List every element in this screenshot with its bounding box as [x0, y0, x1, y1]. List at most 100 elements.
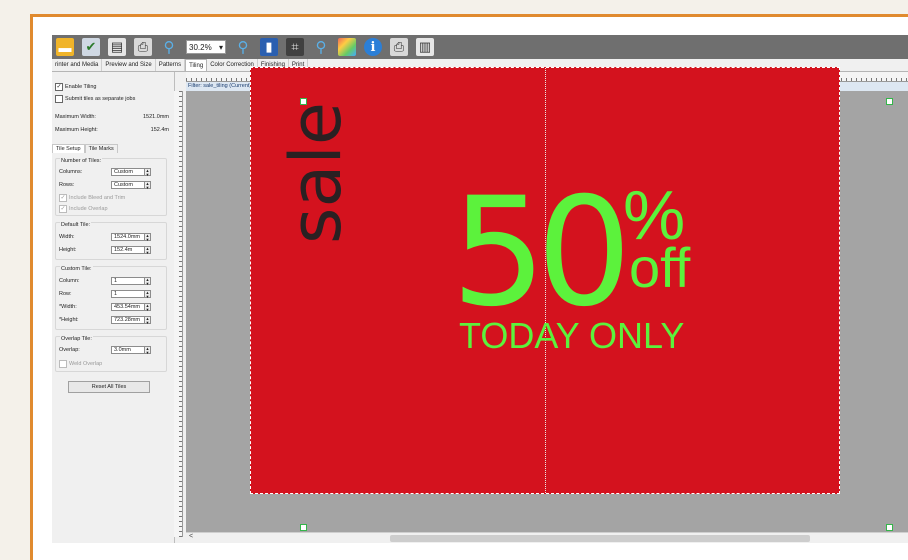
default-width-label: Width:	[59, 234, 75, 240]
submit-separate-row[interactable]: Submit tiles as separate jobs	[55, 95, 135, 103]
custom-width-field: *Width: 453.54mm ▲ ▼	[59, 303, 167, 312]
default-tile-group: Default Tile: Width: 1524.0mm ▲ ▼ Height:…	[55, 222, 167, 260]
magnify-icon[interactable]: ⚲	[312, 38, 330, 56]
overlap-tile-group: Overlap Tile: Overlap: 3.0mm ▲ ▼ Weld Ove…	[55, 336, 167, 372]
row-input[interactable]: 1	[111, 290, 145, 298]
scroll-left-icon[interactable]: <	[189, 533, 193, 540]
open-folder-icon[interactable]: ▬	[56, 38, 74, 56]
custom-height-spinner[interactable]: ▲ ▼	[145, 316, 151, 325]
custom-width-spinner[interactable]: ▲ ▼	[145, 303, 151, 312]
default-tile-title: Default Tile:	[60, 222, 92, 228]
column-label: Column:	[59, 278, 80, 284]
max-width-row: Maximum Width: 1521.0mm	[55, 114, 169, 120]
max-height-label: Maximum Height:	[55, 127, 98, 133]
max-width-value: 1521.0mm	[143, 114, 169, 120]
chevron-down-icon: ▾	[218, 42, 223, 52]
subtab-tile-setup[interactable]: Tile Setup	[52, 144, 85, 153]
fit-page-icon[interactable]: ▮	[260, 38, 278, 56]
zoom-value: 30.2%	[189, 42, 212, 52]
include-bleed-row: ✓ Include Bleed and Trim	[59, 194, 125, 202]
number-of-tiles-group: Number of Tiles: Columns: Custom ▲ ▼ Rows…	[55, 158, 167, 216]
column-input[interactable]: 1	[111, 277, 145, 285]
zoom-select[interactable]: 30.2% ▾	[186, 40, 226, 54]
custom-tile-group: Custom Tile: Column: 1 ▲ ▼ Row: 1 ▲ ▼ *Wid…	[55, 266, 167, 330]
print-icon[interactable]: ⎙	[134, 38, 152, 56]
tab-tiling[interactable]: Tiling	[185, 59, 208, 71]
submit-separate-checkbox[interactable]	[55, 95, 63, 103]
max-width-label: Maximum Width:	[55, 114, 96, 120]
columns-spinner[interactable]: ▲ ▼	[145, 168, 151, 177]
horizontal-scrollbar[interactable]: <	[186, 532, 908, 543]
submit-separate-label: Submit tiles as separate jobs	[65, 96, 136, 102]
row-spinner[interactable]: ▲ ▼	[145, 290, 151, 299]
default-height-field: Height: 152.4m ▲ ▼	[59, 246, 167, 255]
overlap-field: Overlap: 3.0mm ▲ ▼	[59, 346, 167, 355]
columns-label: Columns:	[59, 169, 83, 175]
max-height-row: Maximum Height: 152.4m	[55, 127, 169, 133]
include-overlap-checkbox[interactable]: ✓	[59, 205, 67, 213]
subtab-tile-marks[interactable]: Tile Marks	[84, 144, 118, 153]
poster-today-only-text: TODAY ONLY	[459, 315, 685, 356]
default-height-input[interactable]: 152.4m	[111, 246, 145, 254]
info-icon[interactable]: i	[364, 38, 382, 56]
default-width-input[interactable]: 1524.0mm	[111, 233, 145, 241]
weld-overlap-label: Weld Overlap	[69, 361, 103, 367]
include-bleed-label: Include Bleed and Trim	[69, 195, 126, 201]
enable-tiling-label: Enable Tiling	[65, 84, 97, 90]
custom-height-field: *Height: 723.28mm ▲ ▼	[59, 316, 167, 325]
rows-field: Rows: Custom ▲ ▼	[59, 181, 167, 190]
queue-icon[interactable]: ▥	[416, 38, 434, 56]
max-height-value: 152.4m	[150, 127, 169, 133]
zoom-in-icon[interactable]: ⚲	[234, 38, 252, 56]
tile-subtabs: Tile Setup Tile Marks	[52, 144, 118, 153]
tile-corner-handle[interactable]	[886, 98, 893, 105]
new-document-icon[interactable]: ✔	[82, 38, 100, 56]
default-height-spinner[interactable]: ▲ ▼	[145, 246, 151, 255]
custom-height-label: *Height:	[59, 317, 79, 323]
columns-field: Columns: Custom ▲ ▼	[59, 168, 167, 177]
tab-preview-and-size[interactable]: Preview and Size	[102, 59, 156, 71]
overlap-spinner[interactable]: ▲ ▼	[145, 346, 151, 355]
custom-width-label: *Width:	[59, 304, 77, 310]
crop-icon[interactable]: ⌗	[286, 38, 304, 56]
weld-overlap-checkbox[interactable]	[59, 360, 67, 368]
custom-height-input[interactable]: 723.28mm	[111, 316, 145, 324]
printer-icon[interactable]: ⎙	[390, 38, 408, 56]
tile-corner-handle[interactable]	[300, 98, 307, 105]
vertical-ruler	[174, 91, 183, 537]
rows-select[interactable]: Custom	[111, 181, 145, 189]
enable-tiling-row[interactable]: ✓ Enable Tiling	[55, 83, 97, 91]
overlap-input[interactable]: 3.0mm	[111, 346, 145, 354]
zoom-out-icon[interactable]: ⚲	[160, 38, 178, 56]
scrollbar-thumb[interactable]	[390, 535, 810, 542]
tile-corner-handle[interactable]	[300, 524, 307, 531]
custom-width-input[interactable]: 453.54mm	[111, 303, 145, 311]
row-label: Row:	[59, 291, 72, 297]
color-grid-icon[interactable]	[338, 38, 356, 56]
custom-tile-title: Custom Tile:	[60, 266, 93, 272]
tile-corner-handle[interactable]	[886, 524, 893, 531]
poster-fifty-text: 50	[451, 166, 632, 340]
columns-select[interactable]: Custom	[111, 168, 145, 176]
column-spinner[interactable]: ▲ ▼	[145, 277, 151, 286]
include-overlap-label: Include Overlap	[69, 206, 108, 212]
reset-all-tiles-button[interactable]: Reset All Tiles	[68, 381, 150, 393]
enable-tiling-checkbox[interactable]: ✓	[55, 83, 63, 91]
number-of-tiles-title: Number of Tiles:	[60, 158, 103, 164]
overlap-tile-title: Overlap Tile:	[60, 336, 93, 342]
default-width-field: Width: 1524.0mm ▲ ▼	[59, 233, 167, 242]
column-field: Column: 1 ▲ ▼	[59, 277, 167, 286]
tab-printer-and-media[interactable]: rinter and Media	[52, 59, 103, 71]
overlap-label: Overlap:	[59, 347, 80, 353]
poster-sale-text: sale	[275, 102, 357, 244]
rows-spinner[interactable]: ▲ ▼	[145, 181, 151, 190]
default-width-spinner[interactable]: ▲ ▼	[145, 233, 151, 242]
poster-off-text: off	[629, 236, 691, 299]
weld-overlap-row: Weld Overlap	[59, 360, 102, 368]
sale-poster[interactable]: sale 50 % off TODAY ONLY	[250, 67, 840, 494]
tab-patterns[interactable]: Patterns	[156, 59, 186, 71]
tiling-panel: ✓ Enable Tiling Submit tiles as separate…	[52, 72, 175, 543]
include-overlap-row: ✓ Include Overlap	[59, 205, 108, 213]
save-icon[interactable]: ▤	[108, 38, 126, 56]
include-bleed-checkbox[interactable]: ✓	[59, 194, 67, 202]
